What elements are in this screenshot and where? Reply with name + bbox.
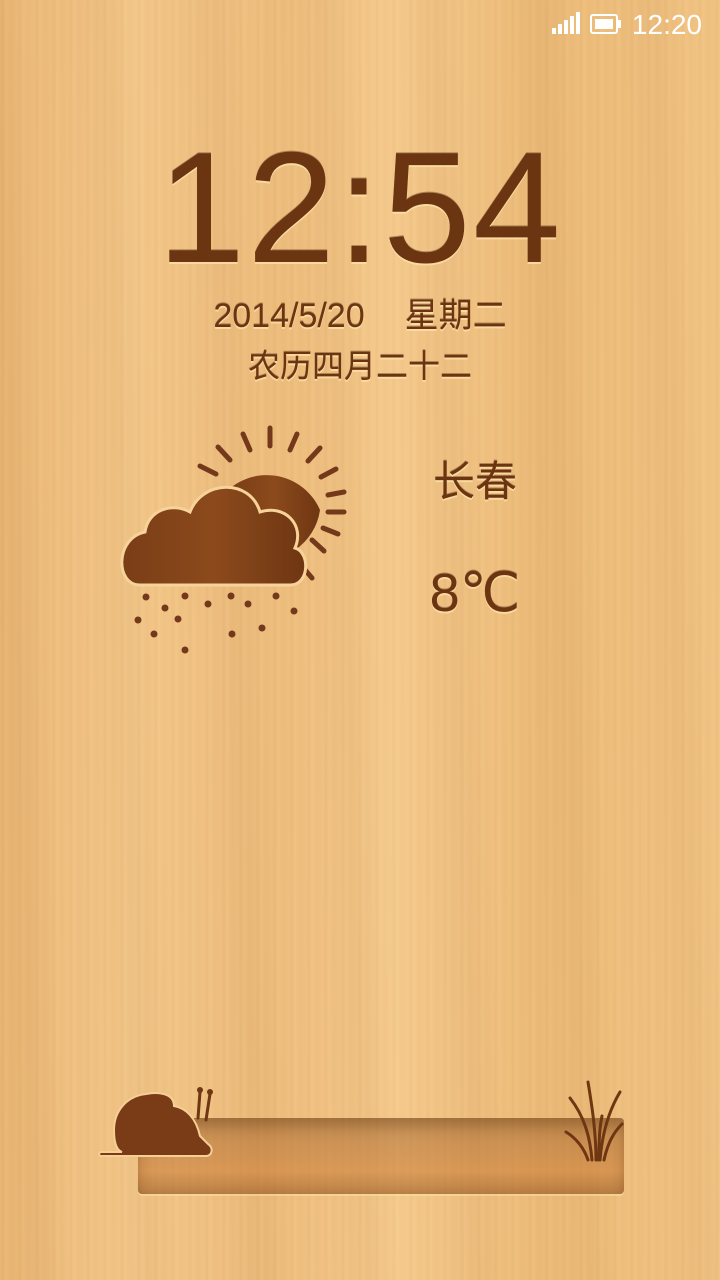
lunar-date: 农历四月二十二: [247, 347, 472, 385]
grass-icon: [562, 1076, 626, 1162]
battery-icon: [589, 9, 622, 41]
status-time: 12:20: [631, 9, 702, 40]
weather-temperature: 8℃: [429, 563, 521, 623]
lockscreen-clock: 12:54: [157, 120, 563, 296]
snail-icon: [96, 1078, 220, 1170]
date-line: 2014/5/20 星期二: [0, 292, 720, 340]
signal-icon: [551, 9, 580, 41]
status-bar: 12:20: [0, 0, 720, 50]
weekday-text: 星期二: [404, 297, 507, 335]
status-indicators: 12:20: [551, 8, 702, 42]
cloud-sun-rain-icon[interactable]: [110, 420, 360, 660]
date-text: 2014/5/20: [213, 297, 365, 335]
weather-city: 长春: [432, 457, 517, 506]
